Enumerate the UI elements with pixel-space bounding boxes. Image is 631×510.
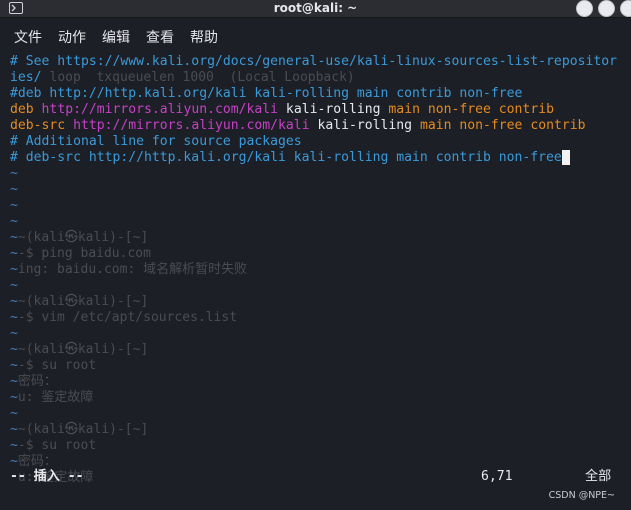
empty-line-tilde: ~ [10, 198, 18, 213]
cursor-position: 6,71 [481, 469, 513, 484]
buffer-line[interactable]: deb-src http://mirrors.aliyun.com/kali k… [10, 118, 586, 134]
watermark: CSDN @NPE~ [548, 490, 615, 501]
buffer-text: http://mirrors.aliyun.com/kali [41, 102, 279, 117]
background-history-line: u: 鉴定故障 [17, 390, 94, 405]
menu-edit[interactable]: 编辑 [102, 27, 130, 47]
vim-status-bar: -- 插入 -- 6,71 全部 [0, 466, 631, 488]
empty-line-tilde: ~ [10, 166, 18, 181]
title-bar: root@kali: ~ [0, 0, 631, 18]
empty-line-tilde: ~ [10, 390, 18, 405]
buffer-text: kali-rolling [278, 102, 389, 117]
empty-line-tilde: ~ [10, 342, 18, 357]
buffer-text: # deb-src http://http.kali.org/kali kali… [10, 150, 562, 165]
text-cursor [561, 150, 570, 165]
empty-line-tilde: ~ [10, 438, 18, 453]
background-history-line: ~(kali㉿kali)-[~] [17, 294, 149, 309]
buffer-line[interactable]: # See https://www.kali.org/docs/general-… [10, 54, 617, 70]
empty-line-tilde: ~ [10, 230, 18, 245]
background-history-line: -$ su root [17, 438, 97, 453]
close-button[interactable] [620, 0, 631, 17]
buffer-text: deb [10, 102, 42, 117]
background-history-line: ~(kali㉿kali)-[~] [17, 422, 149, 437]
buffer-text: main non-free contrib [388, 102, 554, 117]
menu-file[interactable]: 文件 [14, 27, 42, 47]
buffer-line[interactable]: #deb http://http.kali.org/kali kali-roll… [10, 86, 522, 102]
buffer-text: # See https://www.kali.org/docs/general-… [10, 54, 617, 69]
buffer-text: ies/ [10, 70, 42, 85]
scroll-indicator: 全部 [585, 469, 612, 484]
empty-line-tilde: ~ [10, 214, 18, 229]
buffer-line[interactable]: # deb-src http://http.kali.org/kali kali… [10, 150, 562, 166]
buffer-text: http://mirrors.aliyun.com/kali [73, 118, 310, 133]
buffer-text: main non-free contrib [419, 118, 586, 133]
background-history-line: -$ vim /etc/apt/sources.list [17, 310, 238, 325]
buffer-text: deb-src [10, 118, 74, 133]
menu-bar: 文件 动作 编辑 查看 帮助 [0, 18, 631, 52]
minimize-button[interactable] [576, 0, 593, 17]
buffer-text: # Additional line for source packages [10, 134, 302, 149]
empty-line-tilde: ~ [10, 422, 18, 437]
background-history-line: ~(kali㉿kali)-[~] [17, 342, 149, 357]
empty-line-tilde: ~ [10, 358, 18, 373]
menu-action[interactable]: 动作 [58, 27, 86, 47]
buffer-line[interactable]: ies/ [10, 70, 42, 86]
empty-line-tilde: ~ [10, 294, 18, 309]
maximize-button[interactable] [598, 0, 615, 17]
menu-help[interactable]: 帮助 [190, 27, 218, 47]
empty-line-tilde: ~ [10, 278, 18, 293]
footer: CSDN @NPE~ [0, 488, 631, 510]
empty-line-tilde: ~ [10, 374, 18, 389]
mode-indicator: -- 插入 -- [10, 469, 84, 484]
background-history-line: 密码： [17, 374, 57, 389]
background-history-line: loop txqueuelen 1000 (Local Loopback) [49, 70, 355, 85]
empty-line-tilde: ~ [10, 246, 18, 261]
terminal-editor-area[interactable]: loop txqueuelen 1000 (Local Loopback) ~(k… [0, 52, 631, 488]
background-history-line: -$ su root [17, 358, 97, 373]
empty-line-tilde: ~ [10, 262, 18, 277]
buffer-line[interactable]: # Additional line for source packages [10, 134, 302, 150]
background-history-line: -$ ping baidu.com [17, 246, 151, 261]
background-history-line: ~(kali㉿kali)-[~] [17, 230, 149, 245]
empty-line-tilde: ~ [10, 310, 18, 325]
menu-view[interactable]: 查看 [146, 27, 174, 47]
background-history-line: ing: baidu.com: 域名解析暂时失败 [17, 262, 248, 277]
buffer-line[interactable]: deb http://mirrors.aliyun.com/kali kali-… [10, 102, 554, 118]
buffer-text: #deb http://http.kali.org/kali kali-roll… [10, 86, 523, 101]
buffer-text: kali-rolling [309, 118, 420, 133]
empty-line-tilde: ~ [10, 182, 18, 197]
window-title: root@kali: ~ [273, 1, 358, 15]
empty-line-tilde: ~ [10, 326, 18, 341]
empty-line-tilde: ~ [10, 406, 18, 421]
